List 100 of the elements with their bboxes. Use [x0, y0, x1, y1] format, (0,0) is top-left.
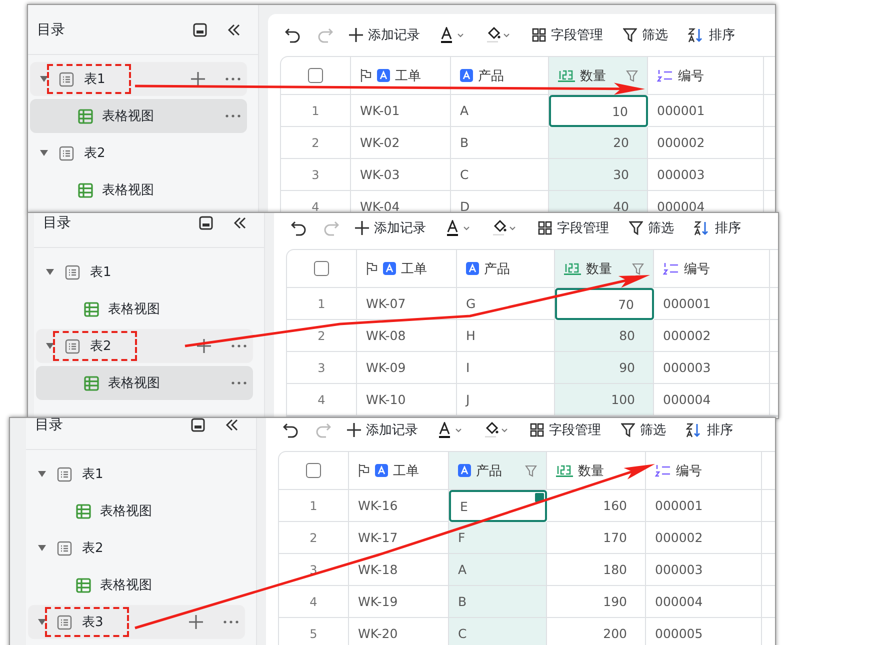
tree-item[interactable]: 表2 [30, 136, 247, 170]
more-icon[interactable] [231, 344, 247, 348]
sort-button[interactable]: 排序 [684, 26, 739, 44]
table-cell[interactable]: WK-09 [357, 352, 457, 384]
table-cell[interactable]: WK-10 [357, 384, 457, 416]
table-cell[interactable]: WK-07 [357, 288, 457, 320]
add-icon[interactable] [197, 339, 211, 353]
add-record-button[interactable]: 添加记录 [343, 421, 422, 439]
view-item[interactable]: 表格视图 [30, 99, 247, 133]
table-cell[interactable]: 10 [549, 95, 648, 127]
double-chevron-icon[interactable] [226, 22, 242, 38]
table-cell[interactable]: 170 [547, 522, 646, 554]
more-icon[interactable] [225, 114, 241, 118]
field-manager-button[interactable]: 字段管理 [526, 421, 605, 439]
table-cell[interactable]: 000003 [646, 554, 762, 586]
sort-button[interactable]: 排序 [682, 421, 737, 439]
table-cell[interactable]: 190 [547, 586, 646, 618]
more-icon[interactable] [231, 381, 247, 385]
table-cell[interactable]: 000002 [654, 320, 770, 352]
tree-item[interactable]: 表1 [28, 457, 245, 491]
double-chevron-icon[interactable] [224, 418, 240, 432]
caret-icon[interactable] [46, 342, 54, 350]
table-cell[interactable]: WK-08 [357, 320, 457, 352]
table-cell[interactable]: WK-02 [351, 127, 451, 159]
column-header[interactable]: 数量 [555, 250, 654, 288]
table-cell[interactable]: 000003 [648, 159, 764, 191]
caret-icon[interactable] [46, 268, 54, 276]
add-record-button[interactable]: 添加记录 [345, 26, 424, 44]
add-icon[interactable] [189, 615, 203, 629]
add-record-button[interactable]: 添加记录 [351, 219, 430, 237]
sort-button[interactable]: 排序 [690, 219, 745, 237]
table-cell[interactable]: E [449, 490, 547, 522]
column-header[interactable]: 数量 [549, 57, 648, 95]
table-cell[interactable]: 100 [555, 384, 654, 416]
table-cell[interactable]: WK-01 [351, 95, 451, 127]
add-icon[interactable] [191, 72, 205, 86]
field-manager-button[interactable]: 字段管理 [534, 219, 613, 237]
table-cell[interactable]: B [449, 586, 547, 618]
filter-icon[interactable] [525, 464, 537, 476]
filter-icon[interactable] [626, 70, 638, 82]
table-cell[interactable]: 000003 [654, 352, 770, 384]
table-cell[interactable]: 000001 [646, 490, 762, 522]
table-cell[interactable]: WK-03 [351, 159, 451, 191]
more-icon[interactable] [225, 77, 241, 81]
table-cell[interactable]: 40 [549, 191, 648, 212]
field-manager-button[interactable]: 字段管理 [528, 26, 607, 44]
filter-icon[interactable] [632, 262, 644, 274]
table-cell[interactable]: 000004 [646, 586, 762, 618]
tree-item[interactable]: 表2 [36, 329, 253, 363]
view-item[interactable]: 表格视图 [36, 366, 253, 400]
table-cell[interactable]: 80 [555, 320, 654, 352]
caret-icon[interactable] [40, 149, 48, 157]
column-header[interactable]: 工单 [357, 250, 457, 288]
table-cell[interactable]: 000001 [648, 95, 764, 127]
table-cell[interactable]: 20 [549, 127, 648, 159]
view-item[interactable]: 表格视图 [28, 568, 245, 602]
double-chevron-icon[interactable] [232, 214, 248, 230]
column-header[interactable]: 编号 [654, 250, 770, 288]
table-cell[interactable]: 200 [547, 618, 646, 645]
undo-icon[interactable] [291, 220, 307, 236]
checkbox[interactable] [314, 261, 329, 276]
more-icon[interactable] [223, 620, 239, 624]
table-cell[interactable]: 90 [555, 352, 654, 384]
checkbox[interactable] [308, 68, 323, 83]
filter-button[interactable]: 筛选 [619, 26, 672, 44]
column-header[interactable]: 工单 [349, 452, 449, 490]
filter-button[interactable]: 筛选 [617, 421, 670, 439]
tree-item[interactable]: 表2 [28, 531, 245, 565]
caret-icon[interactable] [38, 470, 46, 478]
collapse-icon[interactable] [190, 418, 206, 432]
filter-button[interactable]: 筛选 [625, 219, 678, 237]
table-cell[interactable]: 000002 [648, 127, 764, 159]
caret-icon[interactable] [38, 544, 46, 552]
view-item[interactable]: 表格视图 [30, 173, 247, 207]
checkbox[interactable] [306, 463, 321, 478]
column-header[interactable]: 编号 [648, 57, 764, 95]
tree-item[interactable]: 表1 [30, 62, 247, 96]
collapse-icon[interactable] [192, 22, 208, 38]
collapse-icon[interactable] [198, 214, 214, 230]
caret-icon[interactable] [40, 75, 48, 83]
table-cell[interactable]: 30 [549, 159, 648, 191]
table-cell[interactable]: 000004 [654, 384, 770, 416]
caret-icon[interactable] [38, 618, 46, 626]
table-cell[interactable]: 180 [547, 554, 646, 586]
column-header[interactable]: 工单 [351, 57, 451, 95]
table-cell[interactable]: 70 [555, 288, 654, 320]
undo-icon[interactable] [283, 422, 299, 438]
table-cell[interactable]: 000002 [646, 522, 762, 554]
undo-icon[interactable] [285, 27, 301, 43]
table-cell[interactable]: 000005 [646, 618, 762, 645]
table-cell[interactable]: C [449, 618, 547, 645]
table-cell[interactable]: 160 [547, 490, 646, 522]
column-header[interactable]: 产品 [449, 452, 547, 490]
view-item[interactable]: 表格视图 [36, 292, 253, 326]
view-item[interactable]: 表格视图 [28, 494, 245, 528]
table-cell[interactable]: A [449, 554, 547, 586]
table-cell[interactable]: F [449, 522, 547, 554]
tree-item[interactable]: 表3 [28, 605, 245, 639]
tree-item[interactable]: 表1 [36, 255, 253, 289]
table-cell[interactable]: 000001 [654, 288, 770, 320]
